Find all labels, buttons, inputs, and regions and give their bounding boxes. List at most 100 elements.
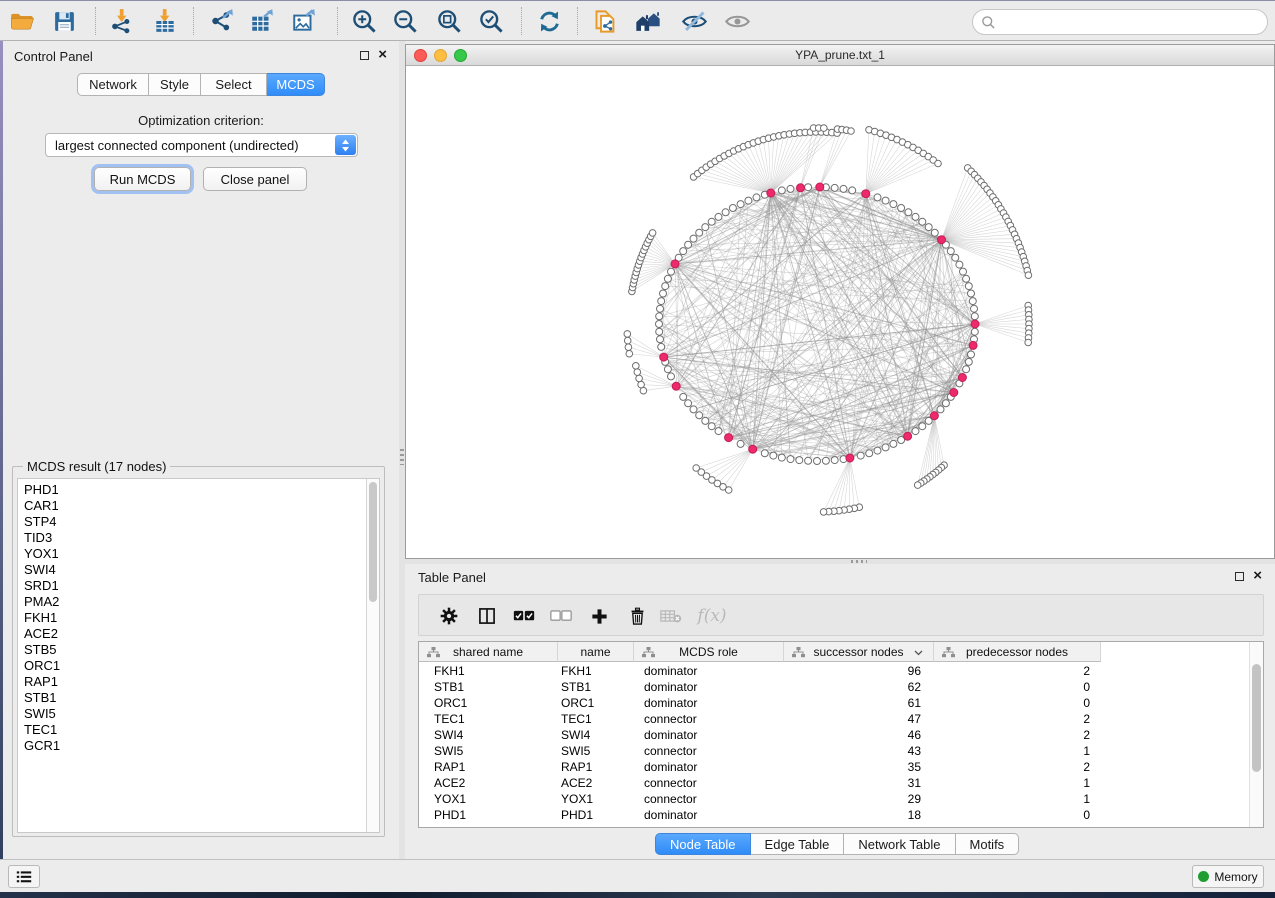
- column-header-predecessor-nodes[interactable]: predecessor nodes: [934, 642, 1101, 662]
- network-window-titlebar[interactable]: YPA_prune.txt_1: [406, 45, 1274, 66]
- tab-motifs[interactable]: Motifs: [956, 833, 1020, 855]
- mcds-result-item[interactable]: TID3: [18, 530, 366, 546]
- mcds-result-item[interactable]: STB1: [18, 690, 366, 706]
- export-image-button[interactable]: [287, 4, 321, 38]
- table-row[interactable]: PHD1PHD1dominator180: [419, 807, 1249, 823]
- table-row[interactable]: ACE2ACE2connector311: [419, 775, 1249, 791]
- settings-gear-button[interactable]: [437, 604, 461, 628]
- table-cell: SWI4: [419, 727, 558, 743]
- table-cell: dominator: [634, 695, 784, 711]
- export-network-button[interactable]: [205, 4, 239, 38]
- mcds-result-item[interactable]: CAR1: [18, 498, 366, 514]
- tab-node-table[interactable]: Node Table: [655, 833, 751, 855]
- zoom-in-button[interactable]: [347, 4, 381, 38]
- table-cell: dominator: [634, 727, 784, 743]
- delete-column-button[interactable]: [625, 604, 649, 628]
- mcds-result-item[interactable]: SRD1: [18, 578, 366, 594]
- close-panel-button[interactable]: Close panel: [203, 167, 307, 191]
- column-header-shared-name[interactable]: shared name: [419, 642, 558, 662]
- tab-style[interactable]: Style: [149, 73, 201, 96]
- mcds-result-item[interactable]: SWI5: [18, 706, 366, 722]
- mcds-result-item[interactable]: ORC1: [18, 658, 366, 674]
- memory-status-icon: [1198, 871, 1209, 882]
- mcds-result-item[interactable]: ACE2: [18, 626, 366, 642]
- mcds-result-item[interactable]: YOX1: [18, 546, 366, 562]
- function-icon: f(x): [697, 606, 726, 626]
- column-layout-button[interactable]: [475, 604, 499, 628]
- float-panel-icon[interactable]: [1235, 572, 1244, 581]
- mcds-result-item[interactable]: SWI4: [18, 562, 366, 578]
- table-cell: 2: [934, 759, 1101, 775]
- open-folder-button[interactable]: [5, 4, 39, 38]
- network-window: YPA_prune.txt_1: [405, 44, 1275, 559]
- close-panel-icon[interactable]: ×: [1253, 571, 1262, 581]
- run-mcds-button[interactable]: Run MCDS: [94, 167, 191, 191]
- mcds-result-item[interactable]: TEC1: [18, 722, 366, 738]
- table-cell: 31: [784, 775, 934, 791]
- table-row[interactable]: TEC1TEC1connector472: [419, 711, 1249, 727]
- toolbar-separator: [577, 7, 578, 35]
- trash-icon: [628, 607, 647, 626]
- show-all-button[interactable]: [720, 4, 754, 38]
- table-cell: TEC1: [558, 711, 634, 727]
- tab-select[interactable]: Select: [201, 73, 267, 96]
- mcds-result-item[interactable]: GCR1: [18, 738, 366, 754]
- table-row[interactable]: YOX1YOX1connector291: [419, 791, 1249, 807]
- float-panel-icon[interactable]: [360, 51, 369, 60]
- save-button[interactable]: [47, 4, 81, 38]
- tab-mcds[interactable]: MCDS: [267, 73, 325, 96]
- open-folder-icon: [9, 8, 35, 34]
- table-cell: 1: [934, 791, 1101, 807]
- tab-edge-table[interactable]: Edge Table: [751, 833, 845, 855]
- network-canvas[interactable]: [406, 67, 1274, 558]
- zoom-fit-button[interactable]: [432, 4, 466, 38]
- network-window-title: YPA_prune.txt_1: [406, 48, 1274, 62]
- save-icon: [52, 9, 77, 34]
- add-column-button[interactable]: [587, 604, 611, 628]
- export-table-button[interactable]: [245, 4, 279, 38]
- criterion-value: largest connected component (undirected): [55, 138, 299, 153]
- scrollbar-thumb[interactable]: [369, 482, 377, 602]
- zoom-selected-button[interactable]: [474, 4, 508, 38]
- tab-network-table[interactable]: Network Table: [844, 833, 955, 855]
- table-row[interactable]: FKH1FKH1dominator962: [419, 663, 1249, 679]
- refresh-button[interactable]: [532, 4, 566, 38]
- node-table-body: FKH1FKH1dominator962STB1STB1dominator620…: [419, 663, 1249, 823]
- scrollbar-thumb[interactable]: [1252, 664, 1261, 772]
- mcds-result-item[interactable]: RAP1: [18, 674, 366, 690]
- delete-table-button[interactable]: [659, 604, 683, 628]
- first-neighbors-button[interactable]: [631, 4, 665, 38]
- tab-network[interactable]: Network: [77, 73, 149, 96]
- criterion-dropdown[interactable]: largest connected component (undirected): [45, 133, 358, 157]
- deselect-all-button[interactable]: [549, 604, 573, 628]
- hide-selected-button[interactable]: [677, 4, 711, 38]
- mcds-result-item[interactable]: PHD1: [18, 482, 366, 498]
- duplicate-network-button[interactable]: [588, 4, 622, 38]
- import-table-button[interactable]: [148, 4, 182, 38]
- mcds-result-item[interactable]: PMA2: [18, 594, 366, 610]
- import-network-button[interactable]: [105, 4, 139, 38]
- table-row[interactable]: SWI5SWI5connector431: [419, 743, 1249, 759]
- memory-button[interactable]: Memory: [1192, 865, 1264, 888]
- task-history-button[interactable]: [8, 865, 40, 888]
- table-row[interactable]: RAP1RAP1dominator352: [419, 759, 1249, 775]
- column-header-MCDS-role[interactable]: MCDS role: [634, 642, 784, 662]
- mcds-list-scrollbar[interactable]: [366, 479, 379, 832]
- table-row[interactable]: ORC1ORC1dominator610: [419, 695, 1249, 711]
- table-row[interactable]: SWI4SWI4dominator462: [419, 727, 1249, 743]
- mcds-result-item[interactable]: FKH1: [18, 610, 366, 626]
- mcds-result-item[interactable]: STP4: [18, 514, 366, 530]
- search-input[interactable]: [996, 15, 1267, 30]
- function-builder-button[interactable]: f(x): [695, 604, 729, 628]
- select-all-button[interactable]: [512, 604, 536, 628]
- search-field[interactable]: [972, 9, 1268, 35]
- mcds-result-item[interactable]: STB5: [18, 642, 366, 658]
- column-header-name[interactable]: name: [558, 642, 634, 662]
- close-panel-icon[interactable]: ×: [378, 50, 387, 60]
- network-graph[interactable]: [406, 67, 1274, 558]
- column-header-successor-nodes[interactable]: successor nodes: [784, 642, 934, 662]
- table-row[interactable]: STB1STB1dominator620: [419, 679, 1249, 695]
- zoom-fit-icon: [436, 8, 463, 35]
- table-scrollbar[interactable]: [1249, 642, 1263, 827]
- zoom-out-button[interactable]: [388, 4, 422, 38]
